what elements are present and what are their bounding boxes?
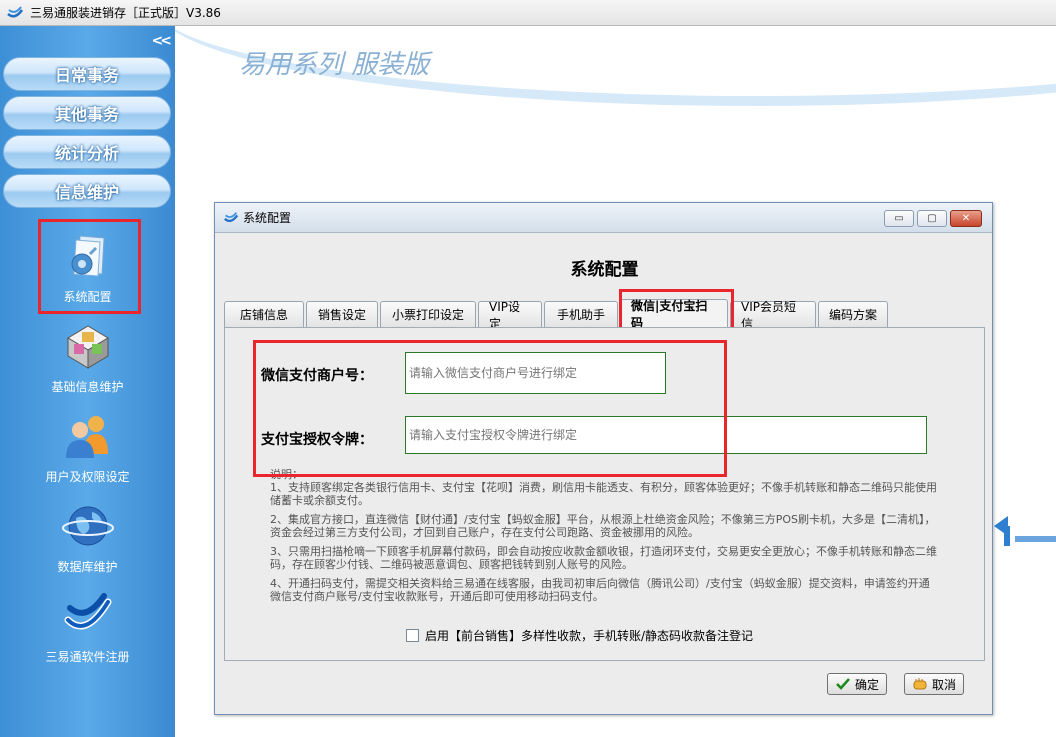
note-item: 2、集成官方接口，直连微信【财付通】/支付宝【蚂蚁金服】平台，从根源上杜绝资金风…	[270, 513, 936, 539]
note-item: 1、支持顾客绑定各类银行信用卡、支付宝【花呗】消费，刷信用卡能透支、有积分，顾客…	[270, 481, 937, 507]
close-button[interactable]: ✕	[950, 210, 982, 227]
sidebar-item-label: 数据库维护	[57, 560, 118, 574]
cubes-icon	[66, 325, 109, 369]
highlight-box-system-config	[38, 219, 141, 314]
tab-vip-settings[interactable]: VIP设定	[478, 300, 542, 331]
tab-store-info[interactable]: 店铺信息	[224, 301, 304, 327]
brand-logo-icon	[64, 593, 111, 630]
tab-mobile-assistant[interactable]: 手机助手	[544, 301, 618, 327]
enable-multi-payment-checkbox[interactable]	[406, 629, 419, 642]
dialog-logo-icon	[224, 211, 239, 222]
sidebar-item-label: 三易通软件注册	[45, 650, 130, 664]
users-icon	[65, 416, 108, 458]
restore-button[interactable]: ▢	[917, 210, 947, 227]
tab-vip-sms[interactable]: VIP会员短信	[730, 300, 816, 331]
cancel-button[interactable]: 取消	[904, 673, 964, 695]
enable-multi-payment-label: 启用【前台销售】多样性收款，手机转账/静态码收款备注登记	[425, 629, 754, 643]
cancel-hand-icon	[913, 678, 927, 690]
notes: 说明： 1、支持顾客绑定各类银行信用卡、支付宝【花呗】消费，刷信用卡能透支、有积…	[270, 468, 940, 609]
minimize-button[interactable]: ▭	[884, 210, 914, 227]
ok-button[interactable]: 确定	[827, 673, 887, 695]
app-titlebar: 三易通服装进销存［正式版］V3.86	[0, 0, 1056, 26]
tab-sales-settings[interactable]: 销售设定	[306, 301, 378, 327]
sidebar-item-label: 用户及权限设定	[45, 470, 130, 484]
ok-button-label: 确定	[854, 677, 879, 692]
tab-receipt-print[interactable]: 小票打印设定	[380, 301, 476, 327]
sidebar: << 日常事务 其他事务 统计分析 信息维护 系统配置 基础信息维护 用户及权限…	[0, 26, 175, 737]
enable-multi-payment-row[interactable]: 启用【前台销售】多样性收款，手机转账/静态码收款备注登记	[406, 627, 753, 644]
note-item: 3、只需用扫描枪嘀一下顾客手机屏幕付款码，即会自动按应收款金额收银，打造闭环支付…	[270, 545, 937, 571]
sidebar-item-label: 基础信息维护	[51, 380, 124, 394]
app-logo-icon	[7, 5, 24, 17]
nav-button-info-maintenance[interactable]: 信息维护	[3, 174, 171, 208]
nav-button-statistics[interactable]: 统计分析	[3, 135, 171, 169]
highlight-box-payment-fields	[253, 340, 727, 477]
cancel-button-label: 取消	[931, 677, 956, 692]
collapse-sidebar-button[interactable]: <<	[152, 33, 173, 49]
dialog-heading: 系统配置	[570, 260, 639, 280]
dialog-title: 系统配置	[243, 211, 292, 225]
checkmark-icon	[836, 678, 850, 690]
decorative-arrow-icon	[994, 516, 1010, 546]
sidebar-item-database[interactable]: 数据库维护	[0, 492, 175, 584]
tab-encoding-scheme[interactable]: 编码方案	[818, 301, 888, 327]
nav-button-daily[interactable]: 日常事务	[3, 57, 171, 91]
note-item: 4、开通扫码支付，需提交相关资料给三易通在线客服，由我司初审后向微信（腾讯公司）…	[270, 577, 930, 603]
sidebar-item-software-registration[interactable]: 三易通软件注册	[0, 582, 175, 674]
globe-icon	[61, 506, 114, 546]
tab-bar: 店铺信息 销售设定 小票打印设定 VIP设定 手机助手 微信|支付宝扫码 VIP…	[224, 299, 890, 331]
window-controls: ▭ ▢ ✕	[884, 210, 982, 227]
sidebar-item-user-permissions[interactable]: 用户及权限设定	[0, 402, 175, 494]
decorative-line	[1015, 536, 1056, 542]
app-title: 三易通服装进销存［正式版］V3.86	[30, 6, 221, 20]
dialog-titlebar[interactable]: 系统配置	[215, 203, 992, 233]
system-config-dialog: 系统配置 ▭ ▢ ✕ 系统配置 店铺信息 销售设定 小票打印设定 VIP设定 手…	[214, 202, 993, 715]
brand-text: 易用系列 服装版	[239, 50, 430, 80]
sidebar-item-basic-info[interactable]: 基础信息维护	[0, 312, 175, 404]
nav-button-other[interactable]: 其他事务	[3, 96, 171, 130]
